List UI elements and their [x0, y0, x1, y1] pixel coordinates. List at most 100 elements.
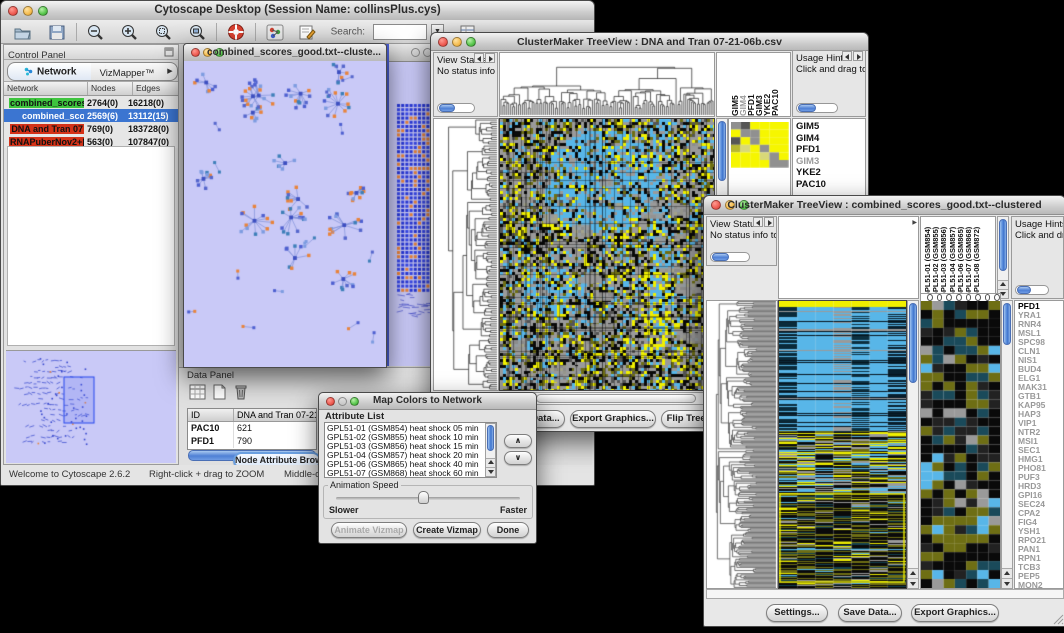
tv2-save-data-button[interactable]: Save Data...	[838, 604, 902, 622]
col-header-network[interactable]: Network	[4, 82, 88, 95]
network-manager-icon[interactable]	[266, 24, 284, 41]
tv2-zoom-column-mark	[975, 294, 981, 301]
tv1-status-scrollbar[interactable]	[437, 103, 475, 113]
treeview1-titlebar[interactable]: ClusterMaker TreeView : DNA and Tran 07-…	[431, 33, 868, 51]
save-icon[interactable]	[48, 24, 66, 41]
tv2-column-dendrogram[interactable]: ▶	[778, 216, 919, 299]
tv2-export-graphics-button[interactable]: Export Graphics...	[911, 604, 999, 622]
slider-slower-label: Slower	[329, 505, 359, 515]
move-up-button[interactable]: ∧	[504, 434, 532, 448]
select-attributes-icon[interactable]	[189, 384, 206, 400]
tv2-hints-scrollbar[interactable]	[1015, 285, 1049, 295]
tv1-status-left-arrow[interactable]	[474, 53, 484, 63]
tv1-hints-scrollbar[interactable]	[796, 103, 838, 113]
open-file-icon[interactable]	[13, 24, 32, 41]
search-label: Search:	[331, 27, 365, 38]
tv2-column-labels: GPL51-01 (GSM854)GPL51-02 (GSM855)GPL51-…	[920, 216, 996, 299]
dialog-titlebar[interactable]: Map Colors to Network	[319, 393, 536, 410]
tv2-zoom-column-labels	[921, 294, 1000, 301]
data-panel-row[interactable]: PFD1790	[188, 435, 316, 448]
tab-vizmapper[interactable]: VizMapper™	[91, 62, 164, 81]
tv1-gene-label[interactable]: PFD1	[796, 144, 865, 156]
move-down-button[interactable]: ∨	[504, 451, 532, 465]
zoom-out-icon[interactable]	[86, 23, 105, 41]
tv2-zoom-vscrollbar[interactable]	[1001, 300, 1013, 589]
tv2-column-label: GPL51-06 (GSM865)	[956, 217, 964, 298]
float-panel-icon[interactable]	[164, 47, 174, 57]
tab-network[interactable]: Network	[7, 62, 93, 81]
tv1-status-right-arrow[interactable]	[485, 53, 495, 63]
tv2-row-dendrogram[interactable]	[707, 301, 777, 588]
datapanel-col-id[interactable]: ID	[188, 409, 234, 421]
tv2-status-left-arrow[interactable]	[753, 217, 763, 227]
main-titlebar[interactable]: Cytoscape Desktop (Session Name: collins…	[1, 1, 594, 21]
tv2-status-right-arrow[interactable]	[764, 217, 774, 227]
tv2-zoom-heatmap[interactable]	[921, 301, 1000, 588]
tv2-gene-label[interactable]: MON2	[1018, 581, 1063, 589]
attribute-listbox[interactable]: GPL51-01 (GSM854) heat shock 05 minGPL51…	[324, 422, 497, 478]
tv1-gene-label[interactable]: GIM4	[796, 133, 865, 145]
zoom-fit-icon[interactable]	[154, 23, 173, 41]
treeview2-titlebar[interactable]: ClusterMaker TreeView : combined_scores_…	[704, 196, 1064, 215]
network-row[interactable]: DNA and Tran 07769(0)183728(0)	[4, 122, 178, 135]
tv1-column-labels: GIM5GIM4PFD1GIM3YKE2PAC10	[716, 52, 791, 117]
tv1-column-label: PAC10	[770, 54, 778, 116]
animation-slider-thumb[interactable]	[418, 491, 429, 504]
tv2-usage-hints: Usage Hints Click and drag to	[1011, 216, 1064, 299]
tv1-hints-right-arrow[interactable]	[853, 51, 863, 61]
tv1-column-dendrogram[interactable]	[500, 53, 714, 116]
tv1-global-heatmap[interactable]	[500, 119, 714, 390]
tv1-gene-label[interactable]: GIM5	[796, 121, 865, 133]
create-vizmap-button[interactable]: Create Vizmap	[413, 522, 481, 538]
dialog-title: Map Colors to Network	[319, 395, 536, 406]
network-row[interactable]: combined_scores_2764(0)16218(0)	[4, 96, 178, 109]
overview-thumbnail[interactable]	[6, 351, 176, 463]
data-panel-row[interactable]: PAC10621	[188, 422, 316, 435]
tv2-zoom-column-mark	[994, 294, 1000, 301]
search-input[interactable]	[373, 24, 427, 40]
tv2-settings-button[interactable]: Settings...	[766, 604, 828, 622]
resize-grip[interactable]	[1052, 613, 1064, 625]
close-button[interactable]	[411, 48, 420, 57]
tv2-status-scrollbar[interactable]	[710, 252, 750, 262]
tv2-column-label: GPL51-08 (GSM872)	[972, 217, 980, 298]
attribute-list-scrollbar[interactable]	[485, 423, 496, 477]
tv2-column-label: GPL51-07 (GSM868)	[964, 217, 972, 298]
col-header-edges[interactable]: Edges	[133, 82, 178, 95]
tv1-hints-left-arrow[interactable]	[842, 51, 852, 61]
tv1-export-graphics-button[interactable]: Export Graphics...	[570, 410, 656, 428]
tab-overflow-button[interactable]: ▶	[163, 62, 178, 81]
new-attribute-icon[interactable]	[211, 384, 228, 400]
tv1-row-dendrogram[interactable]	[434, 119, 498, 390]
zoom-in-icon[interactable]	[120, 23, 139, 41]
annotation-icon[interactable]	[298, 24, 316, 41]
tv1-column-label: GIM5	[730, 54, 738, 116]
tv2-heatmap-vscrollbar[interactable]	[907, 300, 919, 589]
tv2-hscrollbar[interactable]	[706, 589, 1064, 599]
tv1-zoom-heatmap[interactable]	[731, 122, 789, 168]
network-tab-icon	[24, 67, 33, 76]
tv2-labels-scrollbar[interactable]	[997, 216, 1009, 299]
help-lifering-icon[interactable]	[227, 23, 246, 41]
slider-faster-label: Faster	[500, 505, 527, 515]
network-row[interactable]: combined_sco2569(6)13112(15)	[4, 109, 178, 122]
network-canvas[interactable]	[184, 61, 386, 367]
expand-arrow-icon[interactable]: ▶	[912, 219, 917, 226]
attribute-list-item[interactable]: GPL51-07 (GSM868) heat shock 60 min	[327, 469, 496, 478]
zoom-selected-icon[interactable]	[188, 23, 207, 41]
tv1-gene-label[interactable]: PAC10	[796, 179, 865, 191]
datapanel-col-attr[interactable]: DNA and Tran 07-21-06	[234, 409, 316, 421]
network-list: combined_scores_2764(0)16218(0)combined_…	[4, 96, 178, 148]
tv2-global-heatmap[interactable]	[779, 301, 906, 588]
network-view-titlebar[interactable]: combined_scores_good.txt--cluste...	[184, 44, 386, 62]
tv2-zoom-column-mark	[956, 294, 962, 301]
network-overview[interactable]	[6, 350, 176, 463]
tv1-gene-label[interactable]: GIM3	[796, 156, 865, 168]
done-button[interactable]: Done	[487, 522, 529, 538]
desktop: { "main_window": { "title": "Cytoscape D…	[0, 0, 1064, 633]
control-panel-empty-area	[7, 146, 175, 346]
col-header-nodes[interactable]: Nodes	[88, 82, 133, 95]
animate-vizmap-button[interactable]: Animate Vizmap	[331, 522, 407, 538]
delete-attribute-icon[interactable]	[233, 383, 249, 400]
tv1-gene-label[interactable]: YKE2	[796, 167, 865, 179]
